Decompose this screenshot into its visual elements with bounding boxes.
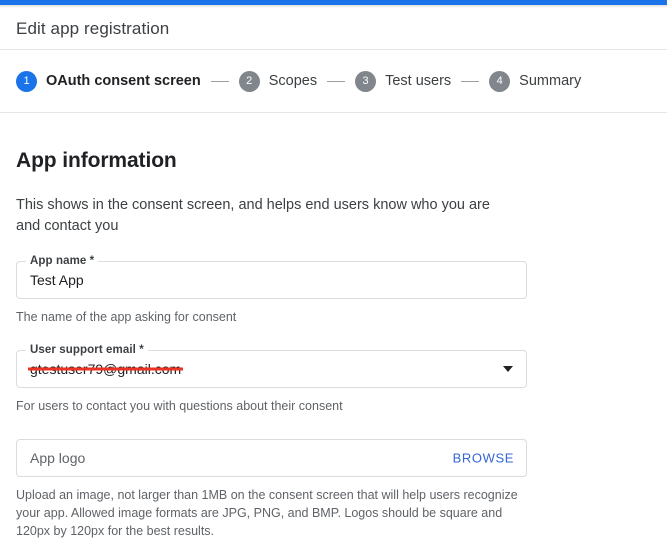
stepper-step-3[interactable]: 3 Test users [355, 70, 452, 92]
app-name-helper-text: The name of the app asking for consent [16, 310, 237, 324]
user-support-email-select[interactable]: User support email * gtestuser79@gmail.c… [16, 344, 527, 388]
user-support-email-helper-text: For users to contact you with questions … [16, 399, 343, 413]
app-name-input[interactable]: App name * Test App [16, 255, 527, 299]
field-app-name: App name * Test App The name of the app … [16, 255, 651, 326]
app-logo-placeholder: App logo [30, 450, 86, 466]
field-app-logo: App logo BROWSE Upload an image, not lar… [16, 439, 651, 540]
user-support-email-label: User support email * [26, 344, 148, 356]
step-number-badge-1: 1 [16, 70, 37, 92]
page-header: Edit app registration [0, 8, 667, 50]
step-number-badge-3: 3 [355, 70, 377, 92]
step-connector-2 [327, 80, 346, 82]
field-user-support-email: User support email * gtestuser79@gmail.c… [16, 344, 651, 415]
app-logo-input[interactable]: App logo BROWSE [16, 439, 527, 477]
step-label-test-users: Test users [385, 73, 452, 89]
app-name-label: App name * [26, 255, 99, 267]
step-number-badge-2: 2 [238, 70, 260, 92]
step-label-scopes: Scopes [268, 73, 318, 89]
step-label-oauth-consent-screen: OAuth consent screen [46, 73, 201, 89]
app-name-value: Test App [30, 272, 84, 288]
section-description: This shows in the consent screen, and he… [16, 197, 490, 234]
section-title-app-information: App information [16, 149, 177, 172]
stepper: 1 OAuth consent screen 2 Scopes 3 Test u… [0, 50, 667, 113]
chevron-down-icon[interactable] [503, 366, 513, 372]
app-logo-helper-text: Upload an image, not larger than 1MB on … [16, 488, 518, 538]
step-connector-1 [210, 80, 229, 82]
user-support-email-value: gtestuser79@gmail.com [30, 361, 182, 377]
main-content: App information This shows in the consen… [0, 149, 667, 540]
user-support-email-value-wrap: gtestuser79@gmail.com [17, 361, 181, 377]
page-title: Edit app registration [16, 18, 170, 38]
stepper-step-2[interactable]: 2 Scopes [238, 70, 318, 92]
step-connector-3 [461, 80, 480, 82]
browse-button[interactable]: BROWSE [453, 451, 514, 466]
step-label-summary: Summary [519, 73, 582, 89]
step-number-badge-4: 4 [489, 70, 511, 92]
stepper-step-1[interactable]: 1 OAuth consent screen [16, 70, 201, 92]
stepper-step-4[interactable]: 4 Summary [489, 70, 582, 92]
